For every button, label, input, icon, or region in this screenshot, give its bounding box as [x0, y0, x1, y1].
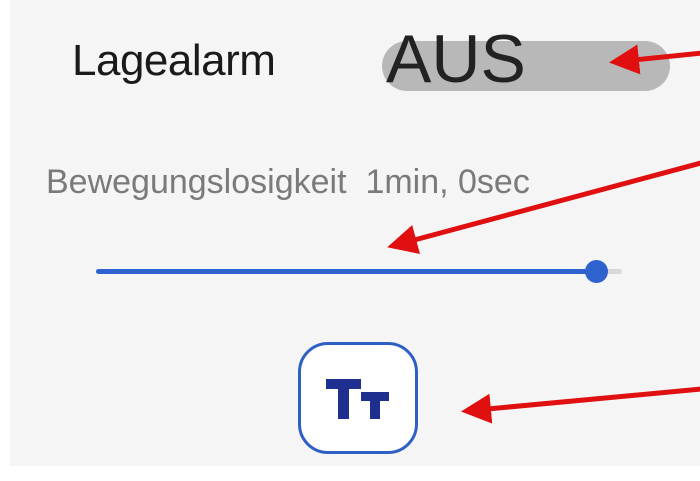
arrow-to-toggle	[609, 44, 700, 75]
annotation-arrows	[387, 44, 700, 424]
arrow-to-slider	[387, 160, 700, 254]
arrow-to-text-size-button	[461, 386, 700, 424]
